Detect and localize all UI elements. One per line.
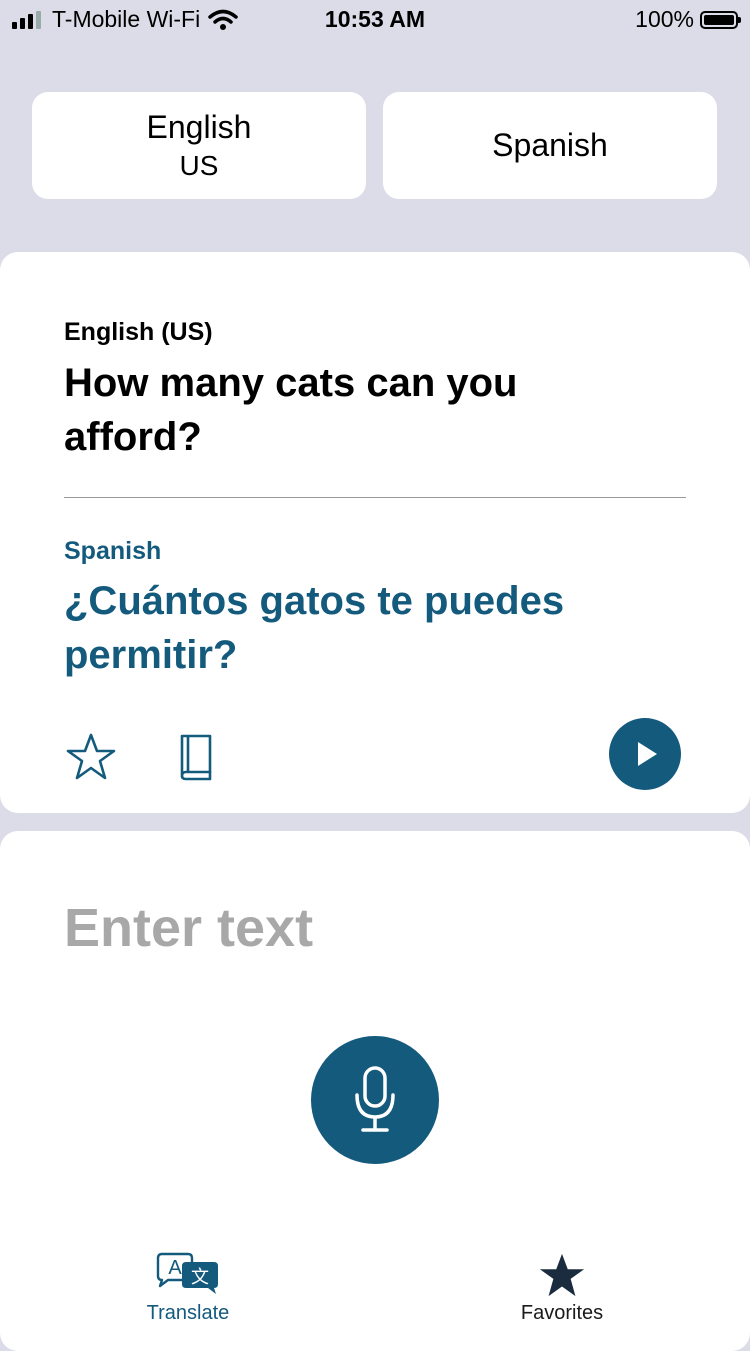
- text-input[interactable]: Enter text: [64, 897, 313, 959]
- target-language-label: Spanish: [64, 537, 162, 565]
- translated-text[interactable]: ¿Cuántos gatos te puedes permitir?: [64, 574, 684, 682]
- microphone-button[interactable]: [311, 1036, 439, 1164]
- source-language-name: English: [146, 109, 252, 145]
- favorite-button[interactable]: [64, 730, 118, 784]
- battery-icon: [700, 10, 741, 29]
- tab-favorites-label: Favorites: [520, 1302, 604, 1324]
- source-language-button[interactable]: English US: [32, 92, 366, 199]
- translation-result-card: English (US) How many cats can you affor…: [0, 252, 750, 813]
- svg-text:A: A: [168, 1257, 182, 1279]
- translate-icon: A 文: [156, 1252, 218, 1294]
- source-language-region: US: [179, 150, 219, 181]
- tab-favorites[interactable]: Favorites: [462, 1252, 662, 1325]
- microphone-icon: [355, 1066, 395, 1132]
- divider: [64, 497, 686, 498]
- battery-percent: 100%: [635, 6, 694, 32]
- star-filled-icon: [539, 1253, 585, 1297]
- source-language-label: English (US): [64, 318, 213, 346]
- target-language-name: Spanish: [492, 127, 608, 163]
- book-icon: [180, 734, 212, 781]
- target-language-button[interactable]: Spanish: [383, 92, 717, 199]
- tab-translate-label: Translate: [146, 1302, 230, 1324]
- status-bar: T-Mobile Wi-Fi 10:53 AM 100%: [0, 0, 750, 40]
- star-outline-icon: [66, 733, 116, 780]
- dictionary-button[interactable]: [172, 730, 220, 784]
- svg-text:文: 文: [191, 1267, 209, 1288]
- tab-translate[interactable]: A 文 Translate: [88, 1252, 288, 1325]
- source-text[interactable]: How many cats can you afford?: [64, 356, 664, 464]
- play-icon: [638, 742, 657, 766]
- play-button[interactable]: [609, 718, 681, 790]
- status-right: 100%: [635, 6, 741, 33]
